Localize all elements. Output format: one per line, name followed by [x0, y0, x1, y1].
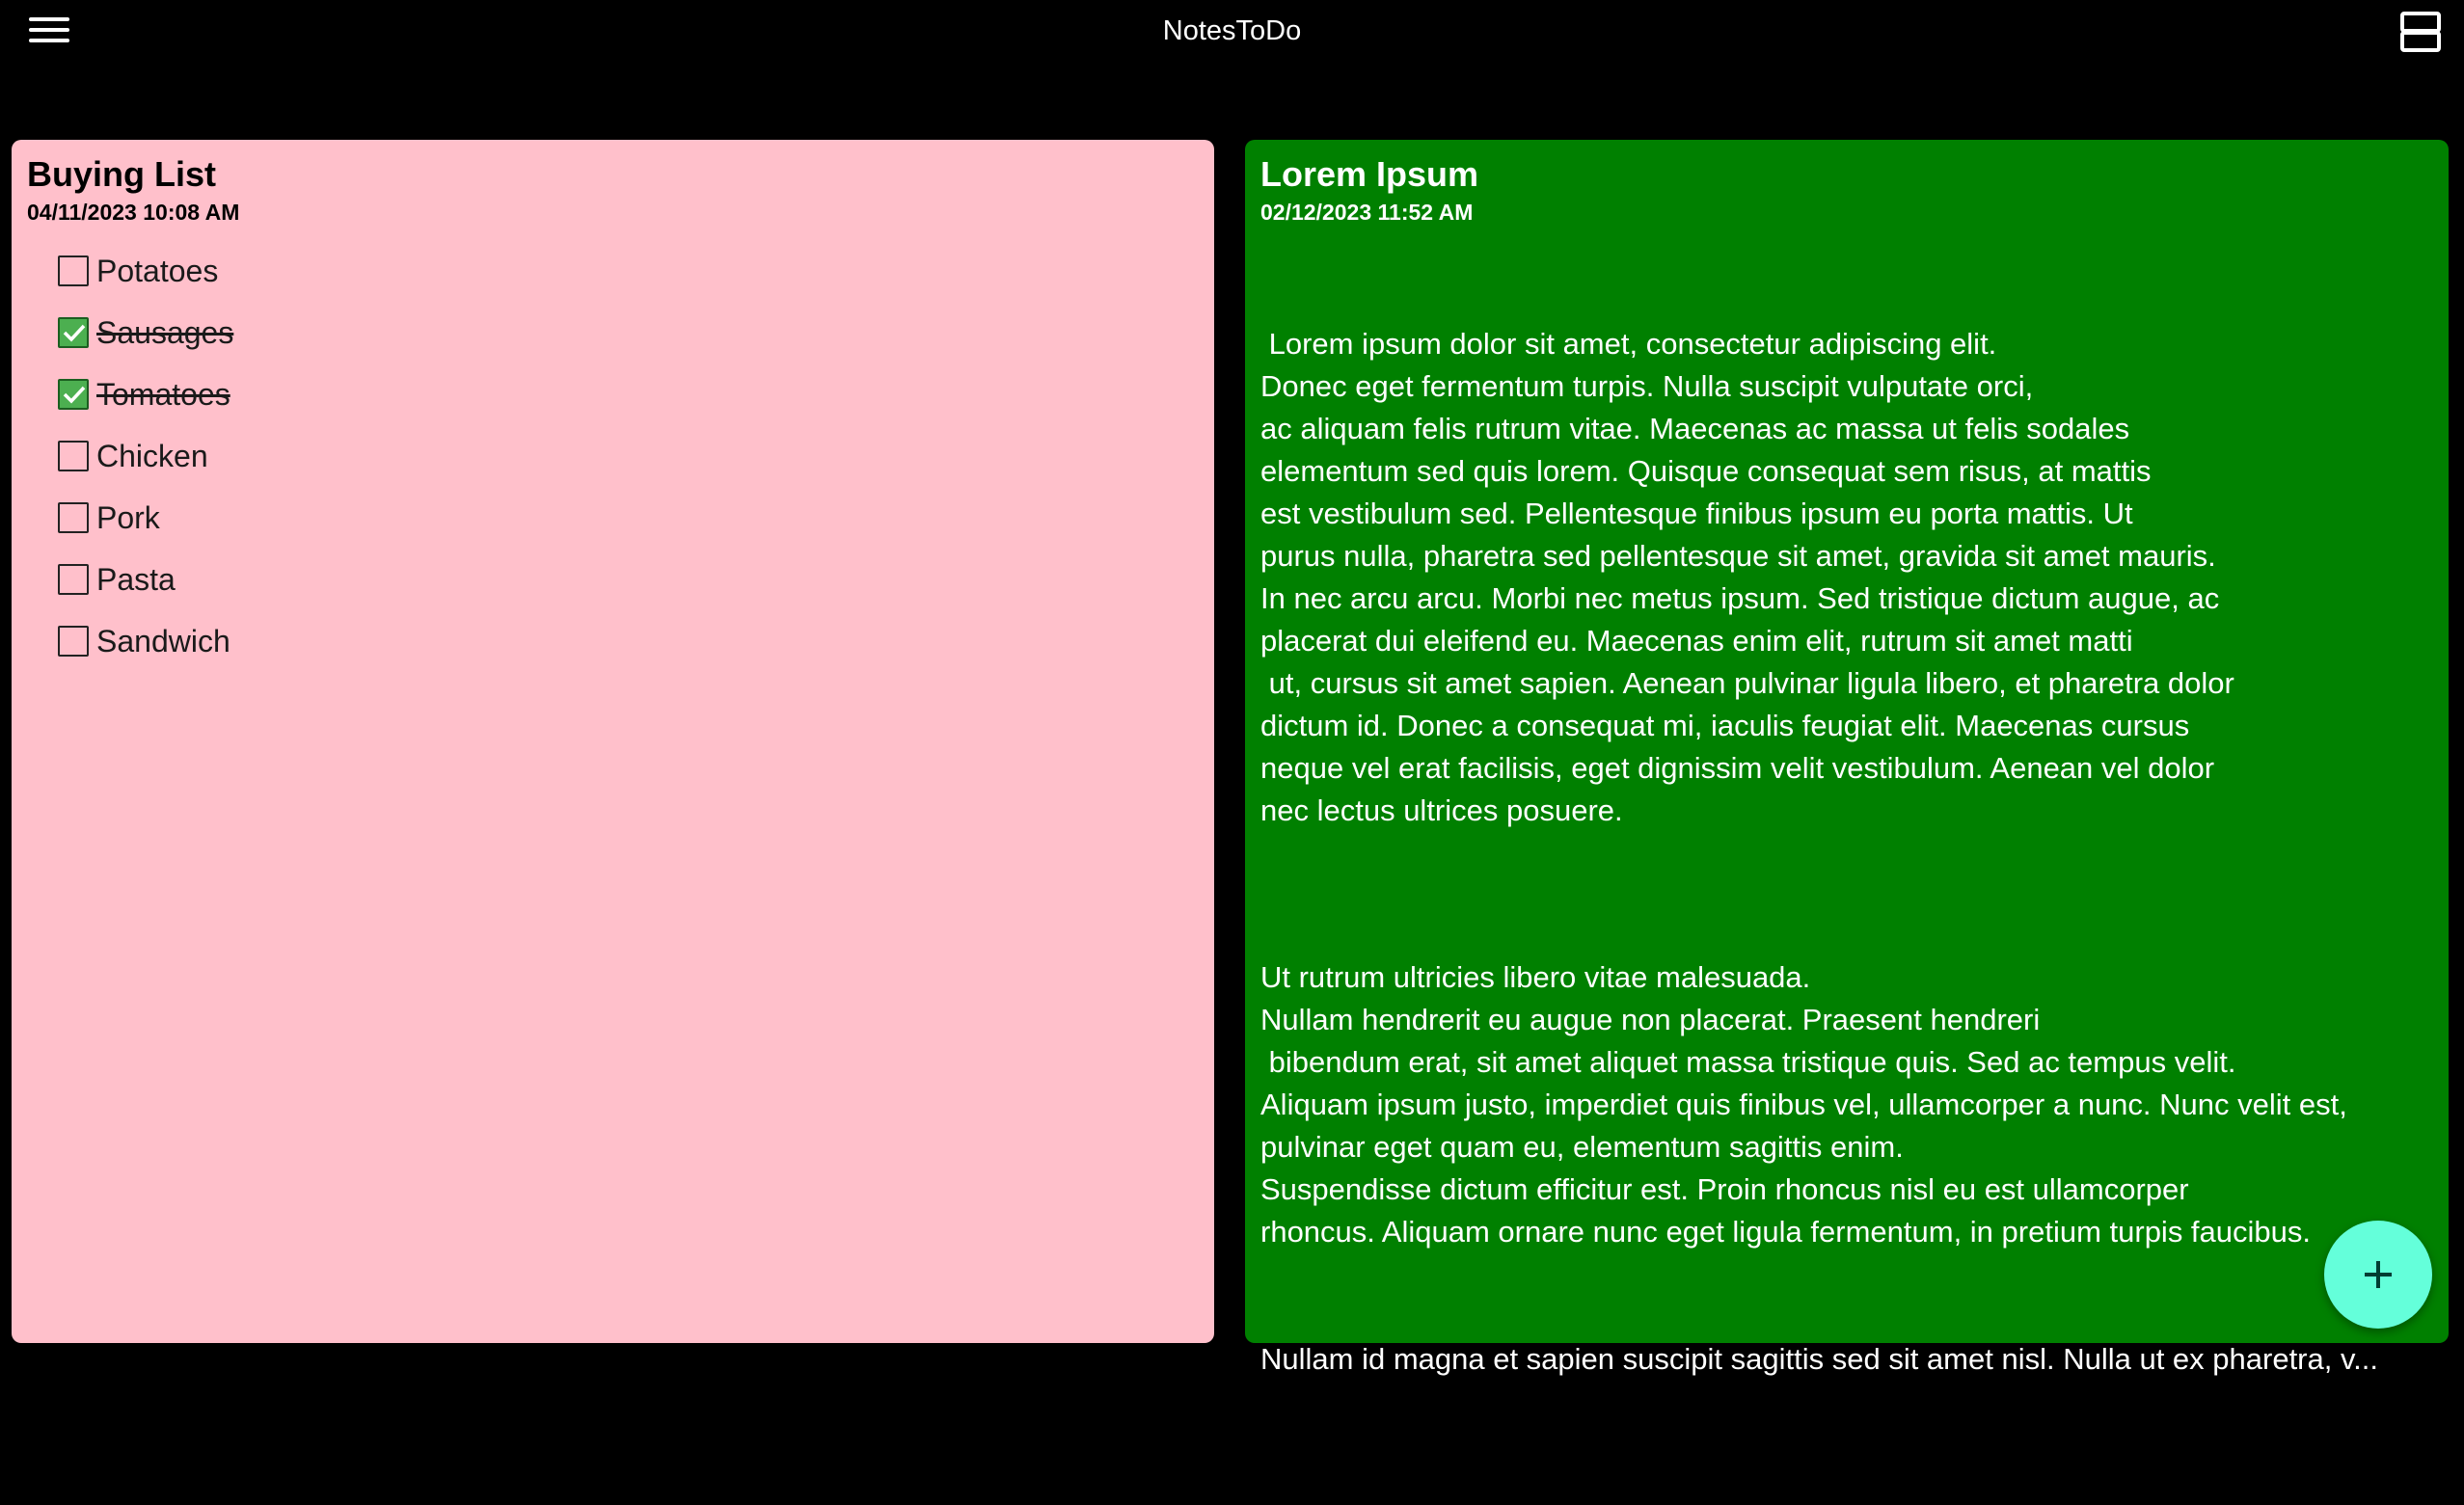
note-body: Lorem ipsum dolor sit amet, consectetur …: [1260, 238, 2433, 1505]
checkbox-unchecked[interactable]: [58, 626, 89, 657]
checklist-item-label: Chicken: [96, 438, 208, 473]
note-title: Buying List: [27, 154, 216, 194]
checklist-item-label: Tomatoes: [96, 376, 230, 412]
checklist-item[interactable]: Chicken: [58, 425, 1199, 487]
checklist-item[interactable]: Tomatoes: [58, 363, 1199, 425]
note-paragraph-truncated: Nullam id magna et sapien suscipit sagit…: [1260, 1342, 2379, 1376]
checklist-item-label: Sandwich: [96, 623, 230, 658]
checkbox-unchecked[interactable]: [58, 441, 89, 471]
checklist-item[interactable]: Sandwich: [58, 610, 1199, 672]
checkbox-checked[interactable]: [58, 379, 89, 410]
checklist-item-label: Sausages: [96, 314, 234, 350]
checklist-item[interactable]: Pasta: [58, 549, 1199, 610]
app-title: NotesToDo: [1162, 15, 1302, 46]
checklist-item[interactable]: Pork: [58, 487, 1199, 549]
checklist-item[interactable]: Potatoes: [58, 240, 1199, 302]
checkbox-unchecked[interactable]: [58, 502, 89, 533]
checklist-item-label: Potatoes: [96, 253, 219, 288]
checkbox-unchecked[interactable]: [58, 564, 89, 595]
checkmark-icon: [63, 324, 86, 342]
note-card-lorem-ipsum[interactable]: Lorem Ipsum 02/12/2023 11:52 AM Lorem ip…: [1245, 140, 2449, 1376]
note-date: 02/12/2023 11:52 AM: [1260, 200, 1474, 225]
checklist-item[interactable]: Sausages: [58, 302, 1199, 363]
app-bar: NotesToDo: [0, 0, 2464, 67]
view-agenda-icon[interactable]: [2400, 12, 2441, 52]
add-note-button[interactable]: [2324, 1221, 2432, 1329]
checklist-item-label: Pork: [96, 499, 160, 535]
note-title: Lorem Ipsum: [1260, 154, 1479, 194]
note-paragraph: Ut rutrum ultricies libero vitae malesua…: [1260, 960, 2347, 1249]
note-paragraph: Lorem ipsum dolor sit amet, consectetur …: [1260, 327, 2234, 827]
checkbox-checked[interactable]: [58, 317, 89, 348]
checklist-item-label: Pasta: [96, 561, 176, 597]
checkbox-unchecked[interactable]: [58, 255, 89, 286]
note-card-buying-list[interactable]: Buying List 04/11/2023 10:08 AM Potatoes…: [12, 140, 1214, 1343]
checkmark-icon: [63, 386, 86, 404]
note-date: 04/11/2023 10:08 AM: [27, 200, 240, 225]
checklist: Potatoes Sausages Tomatoes Chicken Pork Pasta…: [27, 240, 1199, 672]
